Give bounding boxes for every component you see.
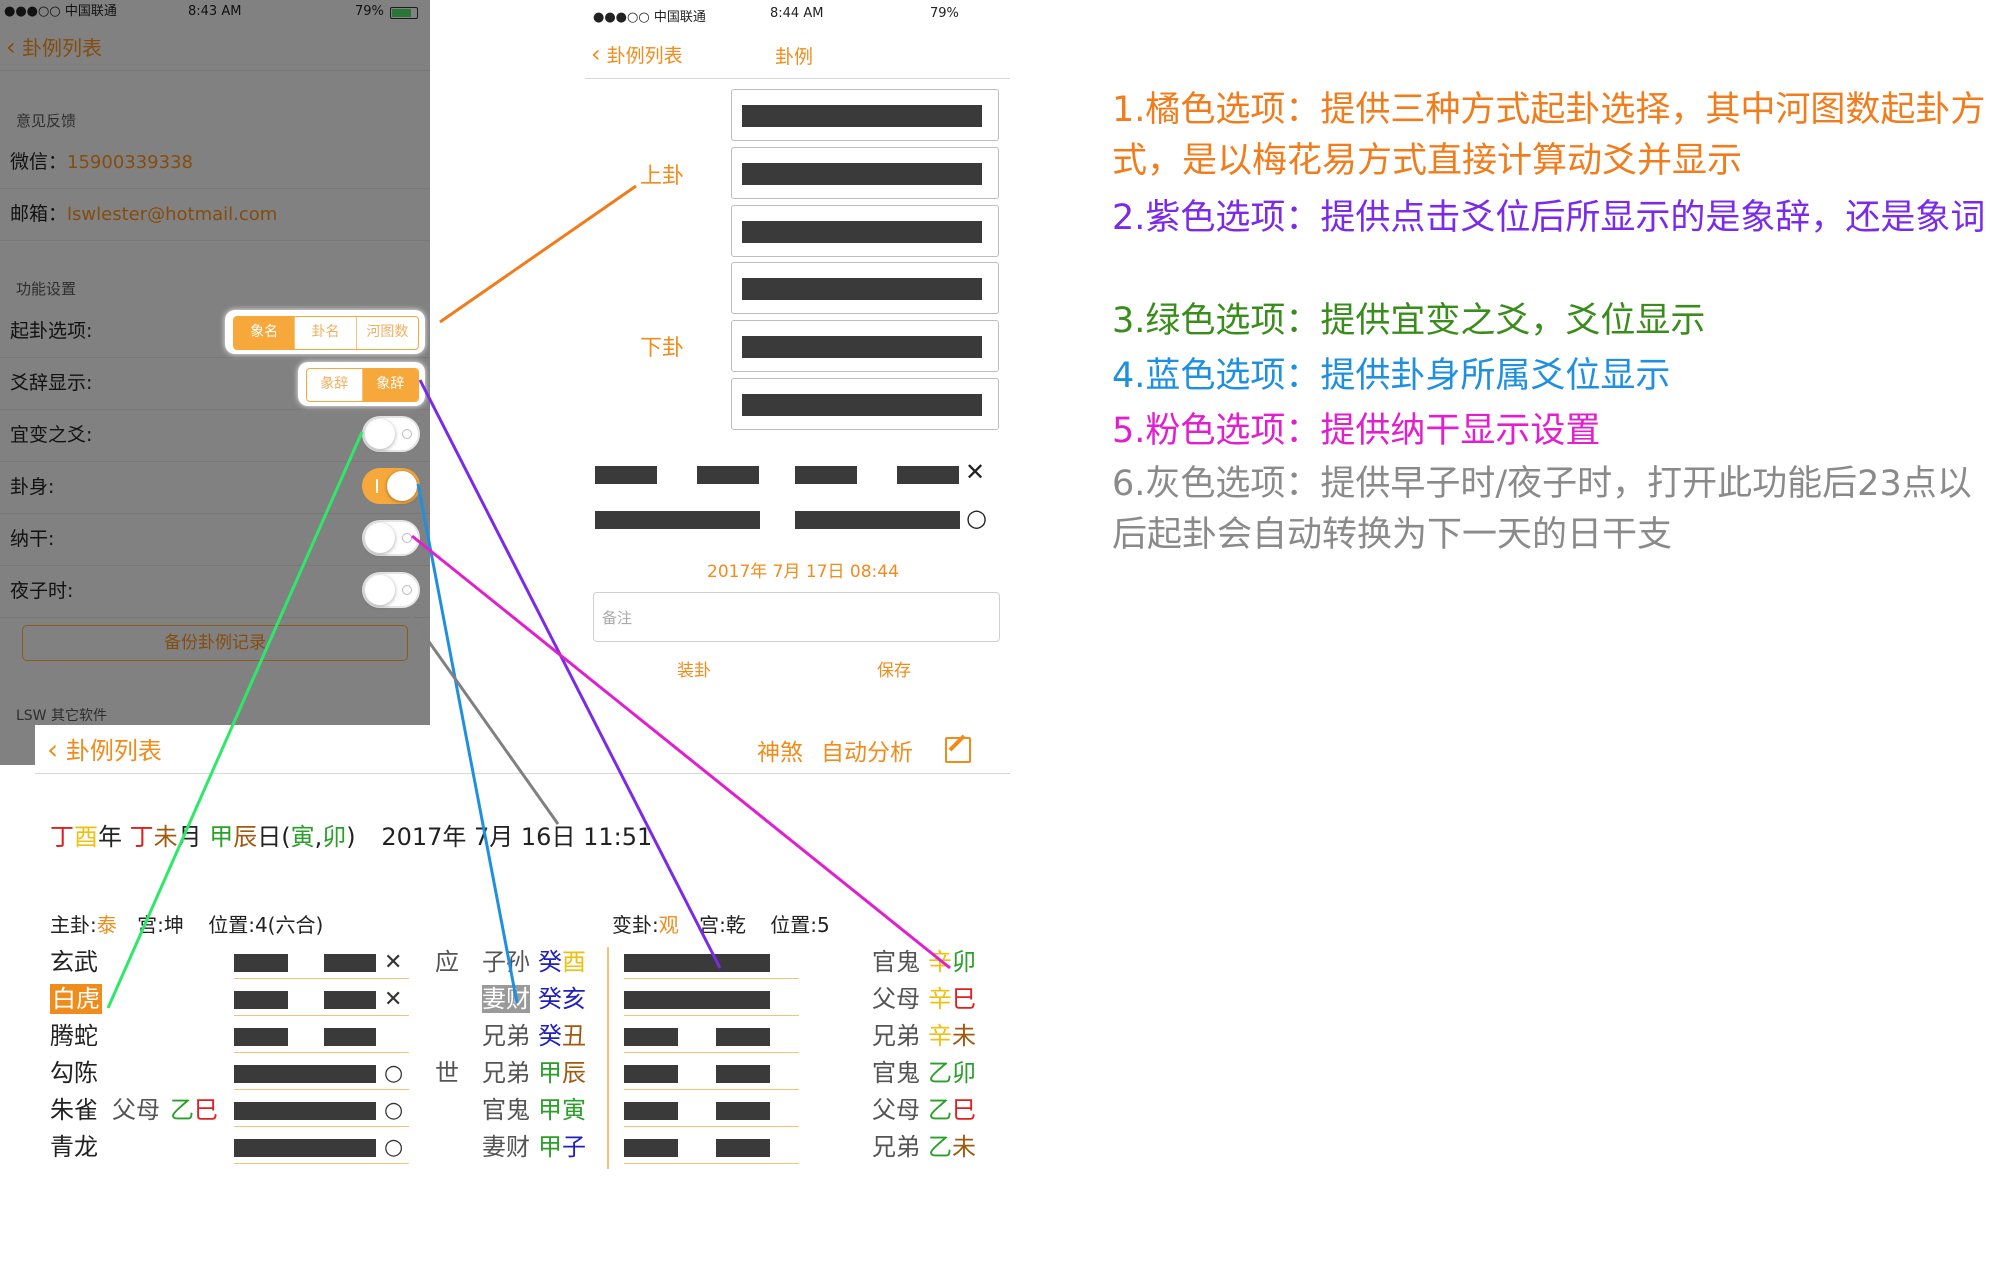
annotation-2: 2.紫色选项：提供点击爻位后所显示的是象辞，还是象词 bbox=[1112, 198, 1986, 238]
annotation-1: 1.橘色选项：提供三种方式起卦选择，其中河图数起卦方式，是以梅花易方式直接计算动… bbox=[1112, 90, 1986, 181]
annotation-4: 4.蓝色选项：提供卦身所属爻位显示 bbox=[1112, 356, 1671, 396]
orange-line bbox=[439, 184, 637, 324]
purple-line bbox=[418, 379, 722, 969]
annotation-5: 5.粉色选项：提供纳干显示设置 bbox=[1112, 411, 1601, 451]
annotation-lines bbox=[106, 184, 951, 1009]
pink-line bbox=[411, 534, 951, 970]
gray-line bbox=[408, 614, 560, 825]
green-line bbox=[106, 431, 364, 1009]
annotation-3: 3.绿色选项：提供宜变之爻，爻位显示 bbox=[1112, 301, 1706, 341]
annotation-6: 6.灰色选项：提供早子时/夜子时，打开此功能后23点以后起卦会自动转换为下一天的… bbox=[1112, 464, 1972, 555]
